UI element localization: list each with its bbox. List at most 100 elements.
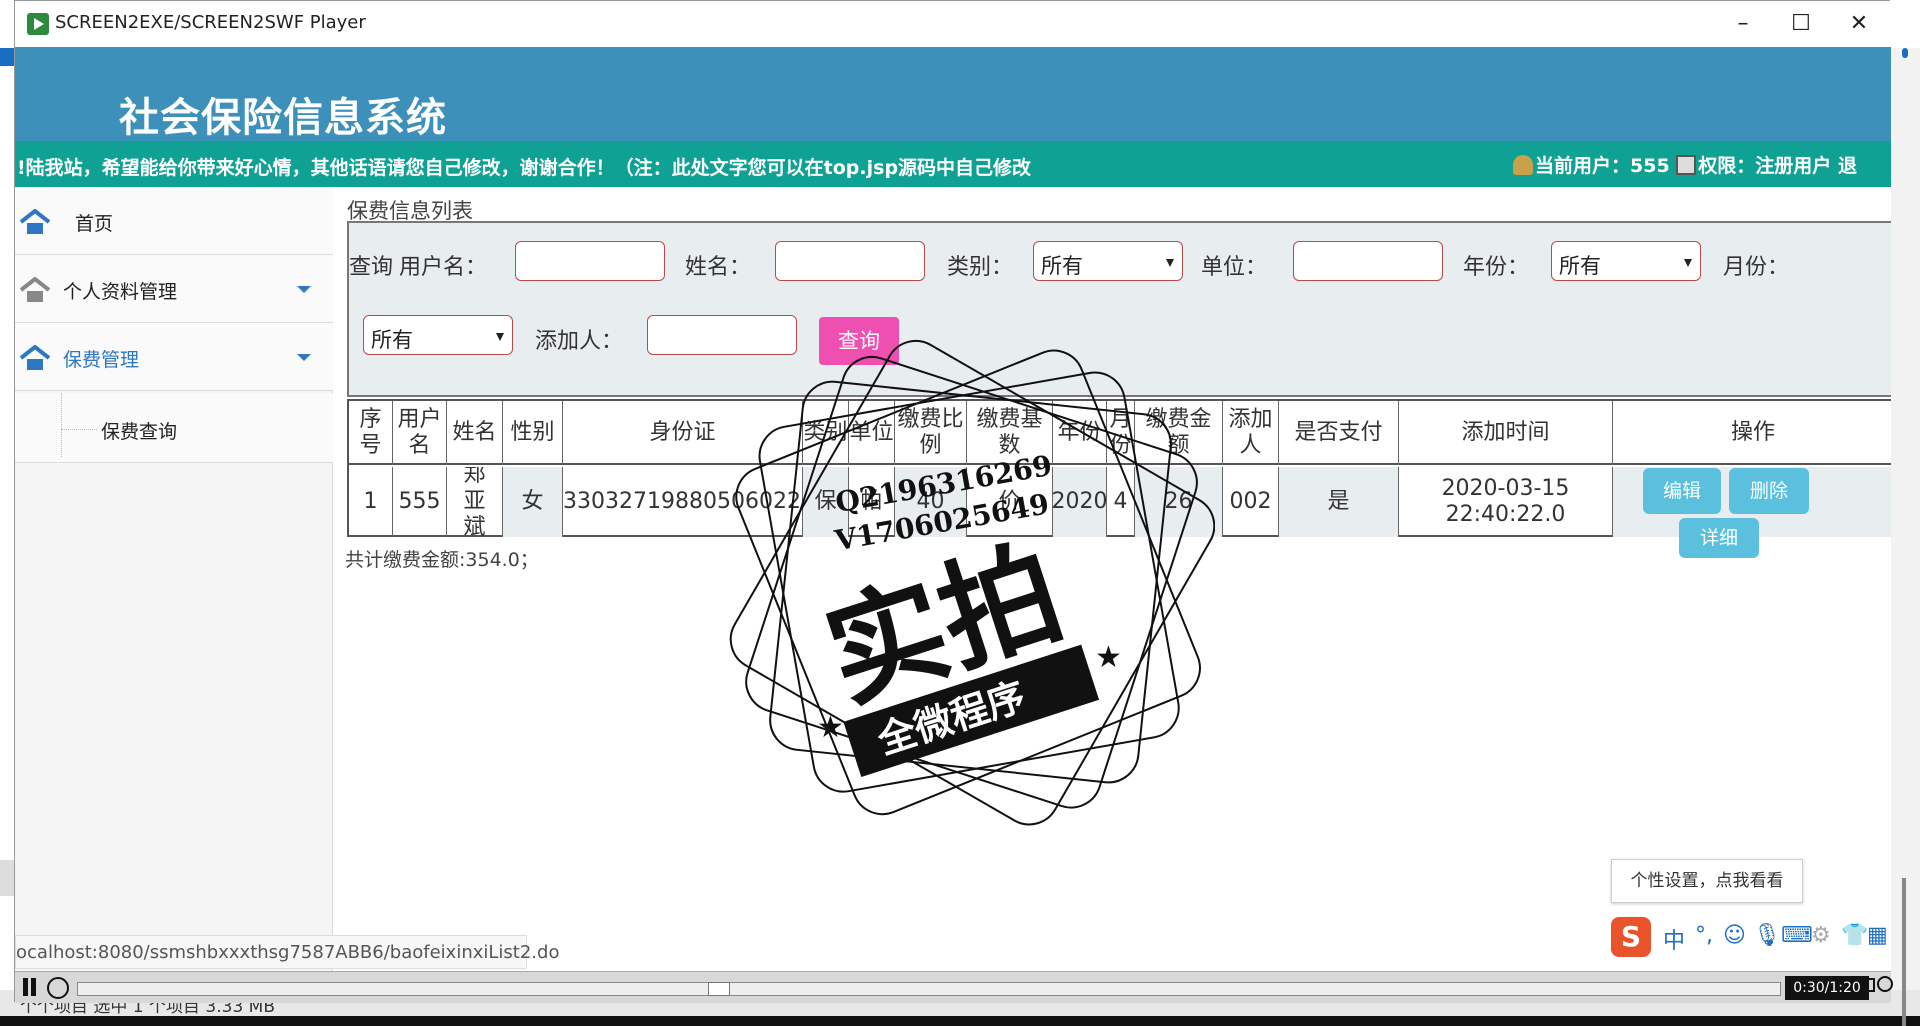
table-cell: 是 <box>1279 467 1399 537</box>
role-text: 权限：注册用户 <box>1698 155 1832 177</box>
logout-link[interactable]: 退 <box>1838 155 1857 177</box>
column-header: 缴费比例 <box>895 401 967 465</box>
chevron-down-icon <box>297 286 311 293</box>
month-select[interactable]: 所有 <box>363 315 513 355</box>
table-cell: 4 <box>1107 467 1135 537</box>
name-label: 姓名： <box>685 255 752 280</box>
home-icon <box>19 209 51 234</box>
table-header: 序号 用户名 姓名 性别 身份证 类别 单位 缴费比例 缴费基数 年份 月份 缴… <box>349 401 1891 465</box>
player-controls: 0:30/1:20 <box>15 971 1893 1003</box>
table-cell: 2020-03-15 22:40:22.0 <box>1399 467 1613 537</box>
delete-button[interactable]: 删除 <box>1729 468 1809 514</box>
username-input[interactable] <box>515 241 665 281</box>
marquee-text: !陆我站，希望能给你带来好心情，其他话语请您自己修改，谢谢合作！（注：此处文字您… <box>17 157 1032 179</box>
keyboard-icon[interactable]: ⌨ <box>1781 923 1813 948</box>
year-select[interactable]: 所有 <box>1551 241 1701 281</box>
sidebar-item-label: 保费管理 <box>63 349 140 371</box>
background-window-edge <box>0 48 14 990</box>
sidebar-subitem-premium-query[interactable]: 保费查询 <box>15 393 333 463</box>
table-cell: 郑亚斌 <box>447 467 503 537</box>
sidebar-subitem-label: 保费查询 <box>101 421 178 443</box>
category-select[interactable]: 所有 <box>1033 241 1183 281</box>
seek-bar[interactable] <box>77 982 1781 996</box>
home-icon <box>19 277 51 302</box>
column-header: 类别 <box>803 401 849 465</box>
ime-mode-indicator[interactable]: 中 <box>1663 923 1685 955</box>
sidebar: 首页 个人资料管理 保费管理 保费查询 <box>15 187 333 971</box>
column-header: 缴费金额 <box>1135 401 1223 465</box>
sidebar-item-label: 个人资料管理 <box>63 281 178 303</box>
sidebar-item-label: 首页 <box>75 213 114 235</box>
role-icon <box>1676 155 1697 175</box>
adder-label: 添加人： <box>535 329 624 354</box>
query-button[interactable]: 查询 <box>819 317 899 365</box>
current-user: 当前用户：555 <box>1535 155 1670 177</box>
pause-icon[interactable] <box>21 978 39 998</box>
site-header: 社会保险信息系统 <box>15 47 1891 141</box>
skin-icon[interactable]: 👕 <box>1841 923 1868 948</box>
info-icon[interactable] <box>1877 976 1893 992</box>
column-header: 操作 <box>1730 419 1775 445</box>
column-header: 是否支付 <box>1279 401 1399 465</box>
name-input[interactable] <box>775 241 925 281</box>
month-select-value: 所有 <box>371 328 413 352</box>
column-header: 月份 <box>1107 401 1135 465</box>
microphone-icon[interactable]: 🎙 <box>1753 923 1781 948</box>
emoji-icon[interactable]: ☺ <box>1723 923 1746 948</box>
ime-tooltip[interactable]: 个性设置，点我看看 <box>1611 859 1803 903</box>
adder-input[interactable] <box>647 315 797 355</box>
close-button[interactable]: ✕ <box>1829 7 1889 41</box>
category-select-value: 所有 <box>1041 254 1083 278</box>
window-title: SCREEN2EXE/SCREEN2SWF Player <box>55 12 366 33</box>
user-icon <box>1513 155 1533 175</box>
fullscreen-icon[interactable] <box>1861 978 1875 992</box>
total-amount: 共计缴费金额:354.0； <box>345 549 539 571</box>
column-header: 年份 <box>1053 401 1107 465</box>
punctuation-icon[interactable]: °, <box>1695 923 1713 948</box>
grid-menu-icon[interactable]: ▦ <box>1867 923 1888 948</box>
username-label: 用户名： <box>399 255 488 280</box>
column-header: 姓名 <box>447 401 503 465</box>
edit-button[interactable]: 编辑 <box>1643 468 1721 514</box>
column-header: 缴费基数 <box>967 401 1053 465</box>
table-cell: 40 <box>895 467 967 537</box>
title-bar[interactable]: SCREEN2EXE/SCREEN2SWF Player – ☐ ✕ <box>15 1 1891 47</box>
seek-thumb[interactable] <box>708 982 730 996</box>
column-header: 性别 <box>503 401 563 465</box>
sidebar-item-home[interactable]: 首页 <box>15 187 333 255</box>
column-header: 用户名 <box>393 401 447 465</box>
sidebar-item-premium[interactable]: 保费管理 <box>15 323 333 391</box>
column-header: 单位 <box>849 401 895 465</box>
caret-down-icon <box>1166 259 1174 267</box>
taskbar-edge <box>0 1016 1920 1026</box>
detail-button[interactable]: 详细 <box>1679 518 1759 558</box>
minimize-button[interactable]: – <box>1713 7 1773 41</box>
year-select-value: 所有 <box>1559 254 1601 278</box>
table-cell: 26 <box>1135 467 1223 537</box>
column-header: 添加时间 <box>1399 401 1613 465</box>
table-cell: 价 <box>967 467 1053 537</box>
premium-table: 序号 用户名 姓名 性别 身份证 类别 单位 缴费比例 缴费基数 年份 月份 缴… <box>347 399 1891 558</box>
table-cell: 1 <box>349 467 393 537</box>
table-cell: 女 <box>503 467 563 537</box>
time-display: 0:30/1:20 <box>1785 976 1869 1000</box>
unit-input[interactable] <box>1293 241 1443 281</box>
table-cell: 帕 <box>849 467 895 537</box>
mute-icon[interactable] <box>47 977 69 999</box>
main-content: 保费信息列表 查询 用户名： 姓名： 类别： 所有 单位： 年份： 所有 月份：… <box>345 187 1891 971</box>
column-header: 添加人 <box>1223 401 1279 465</box>
column-header: 序号 <box>349 401 393 465</box>
toolbox-icon[interactable]: ⚙ <box>1811 923 1831 948</box>
caret-down-icon <box>496 333 504 341</box>
caret-down-icon <box>1684 259 1692 267</box>
site-title: 社会保险信息系统 <box>119 95 447 141</box>
sidebar-item-profile[interactable]: 个人资料管理 <box>15 255 333 323</box>
maximize-button[interactable]: ☐ <box>1771 7 1831 41</box>
filter-panel: 查询 用户名： 姓名： 类别： 所有 单位： 年份： 所有 月份： 所有 添加人… <box>347 221 1891 397</box>
ime-toolbar: S 中 °, ☺ 🎙 ⌨ ⚙ 👕 ▦ <box>1611 913 1891 959</box>
query-label: 查询 <box>349 255 394 280</box>
table-cell: 555 <box>393 467 447 537</box>
table-cell: 330327198805060223 <box>563 467 803 537</box>
home-icon <box>19 345 51 370</box>
sogou-logo-icon[interactable]: S <box>1611 917 1651 957</box>
